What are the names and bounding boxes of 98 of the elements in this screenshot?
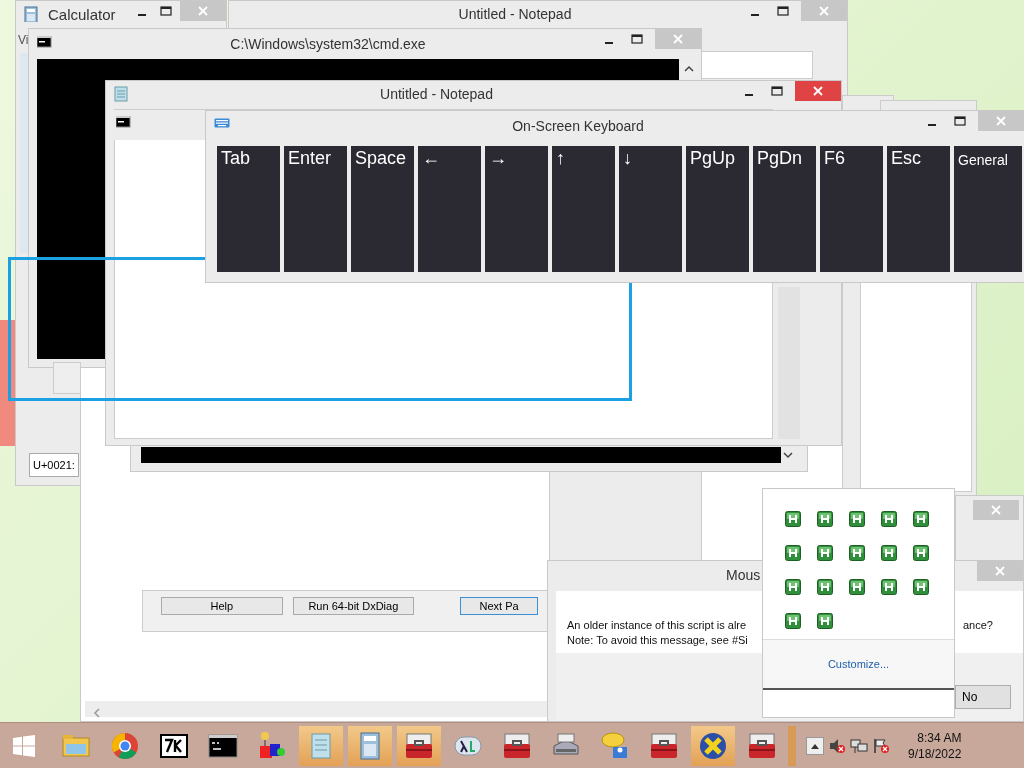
h-letter-icon: [785, 579, 801, 595]
h-letter-icon: [817, 511, 833, 527]
h-letter-icon: [785, 613, 801, 629]
h-letter-icon: [881, 545, 897, 561]
tray-app-button[interactable]: [913, 511, 929, 527]
close-icon: [995, 566, 1005, 576]
keyboard-key[interactable]: Esc: [887, 146, 950, 272]
close-icon: [819, 6, 829, 16]
customize-link[interactable]: Customize...: [827, 658, 890, 670]
keyboard-key[interactable]: ↑: [552, 146, 615, 272]
keyboard-key[interactable]: Space: [351, 146, 414, 272]
tray-app-button[interactable]: [817, 511, 833, 527]
x-circle-icon: [697, 730, 729, 762]
tray-app-button[interactable]: [913, 545, 929, 561]
h-letter-icon: [913, 579, 929, 595]
muted-speaker-icon: [828, 738, 846, 754]
close-icon: [991, 505, 1001, 515]
h-letter-icon: [913, 511, 929, 527]
minimize-icon: [928, 124, 936, 126]
tray-app-button[interactable]: [785, 613, 801, 629]
close-icon: [673, 34, 683, 44]
browser-icon: [109, 730, 141, 762]
clock-time[interactable]: 8:34 AM: [917, 730, 962, 746]
tray-app-button[interactable]: [817, 613, 833, 629]
maximize-icon: [631, 34, 643, 44]
show-hidden-icons-button[interactable]: [806, 737, 824, 755]
h-letter-icon: [817, 579, 833, 595]
message-text: An older instance of this script is alre: [567, 619, 747, 631]
minimize-icon: [745, 94, 753, 96]
minimize-icon: [138, 14, 146, 16]
h-letter-icon: [785, 511, 801, 527]
notepad-icon: [114, 86, 130, 102]
windows-logo-icon: [13, 735, 35, 757]
keyboard-key[interactable]: Tab: [217, 146, 280, 272]
up-arrow-icon: [810, 742, 820, 750]
close-icon: [996, 116, 1006, 126]
keyboard-key[interactable]: F6: [820, 146, 883, 272]
dialog-button[interactable]: Next Pa: [460, 597, 538, 615]
scroll-down-icon: [783, 451, 793, 459]
keyboard-key[interactable]: General: [954, 146, 1022, 272]
tray-app-button[interactable]: [881, 511, 897, 527]
window-title: Untitled - Notepad: [457, 6, 573, 22]
minimize-icon: [751, 14, 759, 16]
dialog-button[interactable]: No: [955, 685, 1011, 709]
tray-app-button[interactable]: [849, 545, 865, 561]
clock-date[interactable]: 9/18/2022: [908, 746, 962, 762]
h-letter-icon: [817, 613, 833, 629]
scrollbar[interactable]: [85, 701, 549, 717]
menu-item[interactable]: Vi: [18, 33, 29, 47]
maximize-icon: [160, 6, 172, 16]
window-title: Calculator: [48, 5, 117, 23]
tray-app-button[interactable]: [785, 545, 801, 561]
dialog-button[interactable]: Run 64-bit DxDiag: [292, 597, 415, 615]
h-letter-icon: [849, 545, 865, 561]
keyboard-key[interactable]: Enter: [284, 146, 347, 272]
input-field[interactable]: [701, 51, 813, 79]
tray-app-button[interactable]: [785, 511, 801, 527]
flag-icon: [872, 738, 890, 754]
h-letter-icon: [881, 579, 897, 595]
close-icon: [813, 86, 823, 96]
close-icon: [198, 6, 208, 16]
tray-app-button[interactable]: [849, 511, 865, 527]
calculator-icon: [24, 6, 40, 22]
maximize-icon: [777, 6, 789, 16]
tray-app-button[interactable]: [881, 579, 897, 595]
keyboard-key[interactable]: PgUp: [686, 146, 749, 272]
h-letter-icon: [785, 545, 801, 561]
keyboard-key[interactable]: PgDn: [753, 146, 816, 272]
h-letter-icon: [849, 511, 865, 527]
message-text: Note: To avoid this message, see #Si: [567, 634, 748, 646]
h-letter-icon: [881, 511, 897, 527]
window-title: Untitled - Notepad: [379, 86, 494, 102]
maximize-icon: [771, 86, 783, 96]
network-icon: [850, 738, 868, 754]
h-letter-icon: [913, 545, 929, 561]
minimize-icon: [605, 42, 613, 44]
dialog-button[interactable]: Help: [161, 597, 283, 615]
tray-app-button[interactable]: [913, 579, 929, 595]
keyboard-key[interactable]: ↓: [619, 146, 682, 272]
window-title: On-Screen Keyboard: [511, 118, 645, 134]
message-text: ance?: [963, 619, 993, 631]
window-title: Mous: [726, 567, 762, 583]
maximize-icon: [954, 116, 966, 126]
taskbar-app-button[interactable]: [397, 726, 441, 766]
tray-app-button[interactable]: [881, 545, 897, 561]
window-title: C:\Windows\system32\cmd.exe: [229, 36, 427, 52]
tray-app-button[interactable]: [817, 545, 833, 561]
keyboard-key[interactable]: →: [485, 146, 548, 272]
h-letter-icon: [817, 545, 833, 561]
tray-app-button[interactable]: [849, 579, 865, 595]
tray-app-button[interactable]: [785, 579, 801, 595]
scroll-up-icon: [684, 65, 694, 73]
scroll-left-icon: [93, 708, 101, 718]
h-letter-icon: [849, 579, 865, 595]
keyboard-key[interactable]: ←: [418, 146, 481, 272]
resize-handle[interactable]: [788, 726, 796, 766]
tray-app-button[interactable]: [817, 579, 833, 595]
input-field[interactable]: U+0021:: [29, 453, 79, 477]
